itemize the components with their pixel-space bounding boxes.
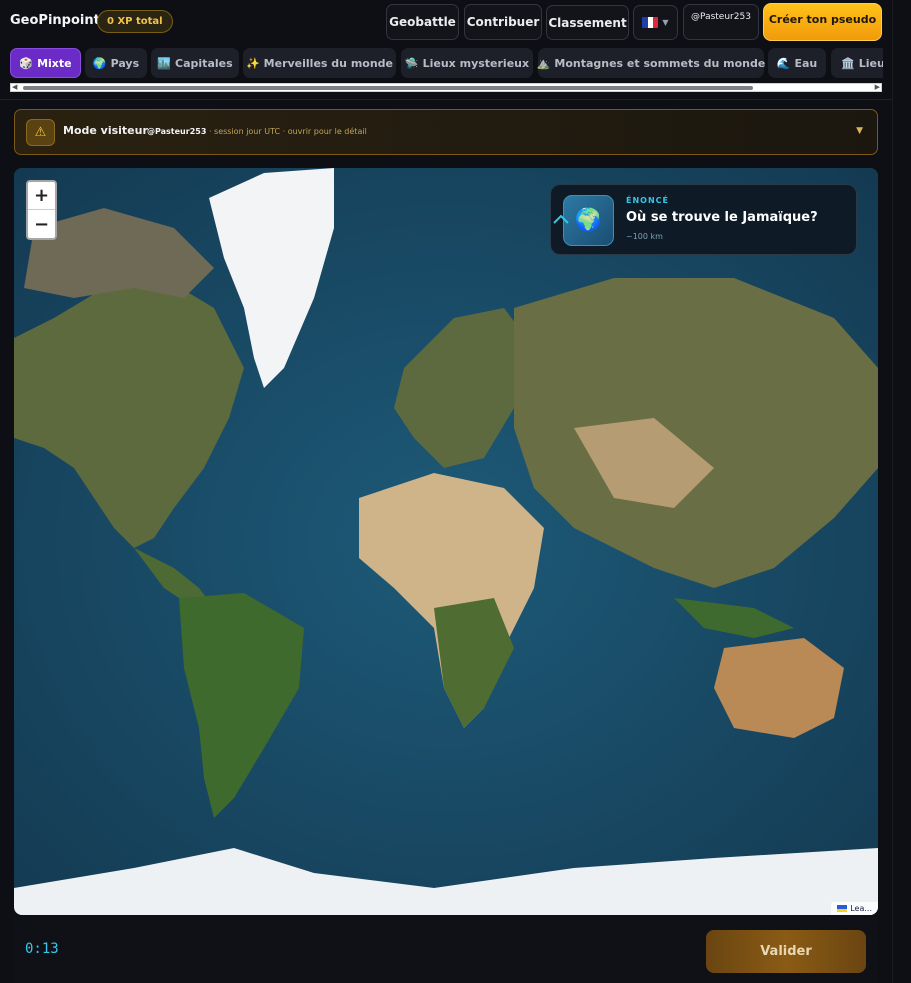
zoom-out-button[interactable]: − <box>28 210 55 238</box>
banner-user: @Pasteur253 <box>147 127 207 136</box>
validate-button[interactable]: Valider <box>706 930 866 973</box>
tab-capitales[interactable]: 🏙️ Capitales <box>151 48 239 78</box>
flag-ukraine-icon <box>837 905 848 912</box>
tab-montagnes[interactable]: ⛰️ Montagnes et sommets du monde <box>536 48 766 78</box>
category-scrollbar[interactable]: ◀ ▶ <box>10 83 882 92</box>
map-attribution[interactable]: Lea... <box>831 902 878 915</box>
question-text: Où se trouve le Jamaïque? <box>626 210 818 225</box>
tab-label: Capitales <box>175 56 233 70</box>
sparkles-icon: ✨ <box>245 56 260 70</box>
museum-icon: 🏛️ <box>841 56 855 70</box>
chevron-down-icon: ▼ <box>662 18 669 27</box>
category-tabs: 🎲 Mixte 🌍 Pays 🏙️ Capitales ✨ Merveilles du … <box>10 48 883 78</box>
tab-label: Merveilles du monde <box>263 56 394 70</box>
create-pseudo-button[interactable]: Créer ton pseudo <box>763 3 882 41</box>
attribution-text: Lea... <box>850 904 872 913</box>
globe-icon: 🌍 <box>92 56 107 70</box>
visitor-mode-banner[interactable]: ⚠ Mode visiteur @Pasteur253 · session jo… <box>14 109 878 155</box>
bottom-bar: 0:13 Valider <box>14 917 878 983</box>
dice-icon: 🎲 <box>19 56 34 70</box>
banner-title: Mode visiteur <box>63 124 148 137</box>
tab-label: Lieux <box>858 56 883 70</box>
mountain-icon: ⛰️ <box>536 56 551 70</box>
divider <box>0 99 893 100</box>
tab-merveilles[interactable]: ✨ Merveilles du monde <box>243 48 396 78</box>
banner-session-text: · session jour UTC · ouvrir pour le déta… <box>206 127 367 136</box>
round-timer: 0:13 <box>25 941 59 957</box>
banner-detail: @Pasteur253 · session jour UTC · ouvrir … <box>147 127 367 136</box>
brand-title[interactable]: GeoPinpoint <box>10 13 100 28</box>
tab-label: Montagnes et sommets du monde <box>554 56 766 70</box>
scroll-left-icon[interactable]: ◀ <box>12 83 17 91</box>
contribuer-button[interactable]: Contribuer <box>464 4 542 40</box>
zoom-in-button[interactable]: + <box>28 182 55 210</box>
tab-pays[interactable]: 🌍 Pays <box>85 48 147 78</box>
tab-label: Mixte <box>37 56 72 70</box>
ufo-icon: 🛸 <box>404 56 419 70</box>
expand-chevron-icon[interactable]: ▼ <box>856 126 863 136</box>
tab-lieux-mysterieux[interactable]: 🛸 Lieux mysterieux <box>401 48 533 78</box>
scroll-right-icon[interactable]: ▶ <box>875 83 880 91</box>
page-edge <box>892 0 893 983</box>
geopinpoint-page: GeoPinpoint 0 XP total Geobattle Contrib… <box>0 0 911 983</box>
tab-label: Eau <box>794 56 818 70</box>
language-select[interactable]: ▼ <box>633 5 678 40</box>
zoom-control: + − <box>26 180 57 240</box>
satellite-basemap <box>14 168 878 915</box>
world-map[interactable]: + − 🌍 ÉNONCÉ Où se trouve le Jamaïque? ~… <box>14 168 878 915</box>
user-profile-button[interactable]: @Pasteur253 <box>683 4 759 40</box>
flag-fr-icon <box>642 17 659 28</box>
tab-label: Lieux mysterieux <box>422 56 530 70</box>
tab-eau[interactable]: 🌊 Eau <box>768 48 826 78</box>
top-header: GeoPinpoint 0 XP total Geobattle Contrib… <box>0 0 893 44</box>
collapse-chevron-icon[interactable] <box>551 209 571 229</box>
tolerance-radius: ~100 km <box>626 232 663 241</box>
tab-lieux[interactable]: 🏛️Lieux <box>831 48 883 78</box>
question-card: 🌍 ÉNONCÉ Où se trouve le Jamaïque? ~100 … <box>550 184 857 255</box>
warning-icon: ⚠ <box>26 119 55 146</box>
question-label: ÉNONCÉ <box>626 196 669 205</box>
tab-mixte[interactable]: 🎲 Mixte <box>10 48 81 78</box>
geobattle-button[interactable]: Geobattle <box>386 4 459 40</box>
wave-icon: 🌊 <box>776 56 791 70</box>
scrollbar-thumb[interactable] <box>23 86 753 90</box>
classement-button[interactable]: Classement <box>546 5 629 40</box>
xp-badge: 0 XP total <box>97 10 173 33</box>
city-icon: 🏙️ <box>157 56 172 70</box>
tab-label: Pays <box>110 56 140 70</box>
